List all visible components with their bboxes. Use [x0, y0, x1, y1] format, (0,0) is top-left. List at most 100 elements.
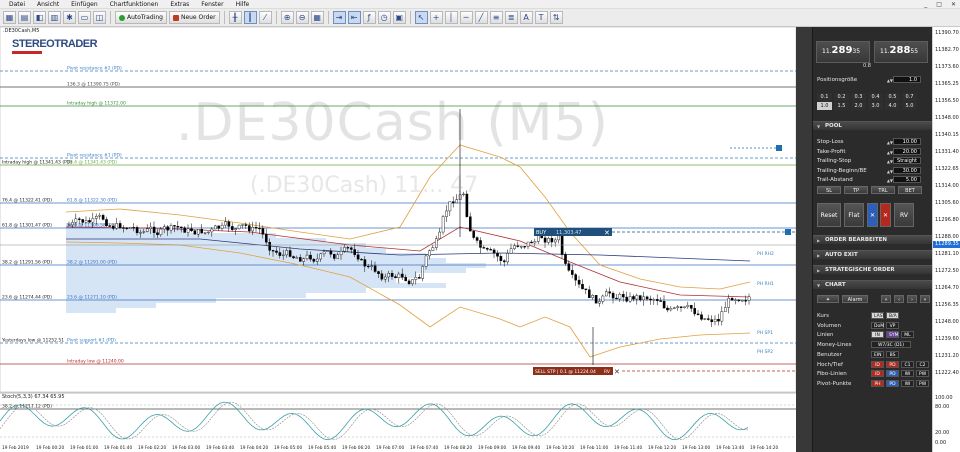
lot-button-3-0[interactable]: 3.0	[868, 102, 883, 110]
menu-hilfe[interactable]: Hilfe	[230, 0, 256, 9]
autotrading-button[interactable]: AutoTrading	[115, 11, 167, 24]
scroll-last-icon[interactable]: »	[920, 295, 930, 303]
fibo-icon[interactable]: ≣	[504, 11, 518, 24]
alarm-button[interactable]: Alarm	[842, 295, 868, 303]
sl-button[interactable]: SL	[817, 186, 841, 194]
pool-row-value[interactable]: 5.00	[893, 176, 921, 183]
chart-toggle-ml[interactable]: ML	[901, 331, 914, 339]
trendline-icon[interactable]: ╱	[474, 11, 488, 24]
line-chart-icon[interactable]: ⁄	[258, 11, 272, 24]
section-pool[interactable]: POOL	[813, 121, 932, 131]
horizontal-line-icon[interactable]: ─	[459, 11, 473, 24]
auto-scroll-icon[interactable]: ⇥	[332, 11, 346, 24]
pool-row-value[interactable]: Straight	[893, 157, 921, 164]
chart-toggle-pw[interactable]: PW	[916, 379, 929, 387]
chart-toggle-dom[interactable]: DoM	[871, 321, 884, 329]
minimize-button[interactable]: _	[924, 0, 927, 9]
menu-chartfunktionen[interactable]: Chartfunktionen	[104, 0, 165, 9]
add-alarm-button[interactable]: ✦	[817, 295, 839, 303]
tile-windows-icon[interactable]: ▦	[310, 11, 324, 24]
chart-toggle-pw[interactable]: PW	[916, 370, 929, 378]
chart-toggle-pd[interactable]: PD	[886, 379, 899, 387]
crosshair-icon[interactable]: +	[429, 11, 443, 24]
lot-button-0-7[interactable]: 0.7	[902, 93, 917, 101]
position-size-input[interactable]: 1.0	[893, 76, 921, 83]
tp-button[interactable]: TP	[844, 186, 868, 194]
periods-icon[interactable]: ◷	[377, 11, 391, 24]
chart-toggle-ein[interactable]: EIN	[871, 350, 884, 358]
market-watch-icon[interactable]: ◧	[33, 11, 46, 24]
lot-button-4-0[interactable]: 4.0	[885, 102, 900, 110]
section-chart[interactable]: CHART	[813, 280, 932, 290]
chart-toggle-in[interactable]: IN	[871, 331, 884, 339]
zoom-in-icon[interactable]: ⊕	[280, 11, 294, 24]
section-auto-exit[interactable]: AUTO EXIT	[813, 250, 932, 260]
lot-button-2-0[interactable]: 2.0	[851, 102, 866, 110]
vertical-line-icon[interactable]: │	[444, 11, 458, 24]
reverse-button[interactable]: RV	[894, 203, 914, 227]
chart-toggle-id[interactable]: ID	[871, 370, 884, 378]
menu-fenster[interactable]: Fenster	[195, 0, 229, 9]
chart-window[interactable]: .DE30Cash,M5 .DE30Cash (M5) (.DE30Cash) …	[0, 27, 796, 452]
menu-extras[interactable]: Extras	[164, 0, 195, 9]
chart-toggle-iw[interactable]: IW	[901, 370, 914, 378]
chart-toggle-pd[interactable]: PD	[886, 360, 899, 368]
cursor-icon[interactable]: ↖	[414, 11, 428, 24]
lot-button-0-2[interactable]: 0.2	[834, 93, 849, 101]
text-icon[interactable]: A	[519, 11, 533, 24]
chart-toggle-w73cd1[interactable]: W7/3C (D1)	[871, 341, 911, 349]
lot-button-1-0[interactable]: 1.0	[817, 102, 832, 110]
indicators-icon[interactable]: ƒ	[362, 11, 376, 24]
lot-button-0-1[interactable]: 0.1	[817, 93, 832, 101]
chart-toggle-ba[interactable]: B/A	[886, 312, 899, 319]
new-order-button[interactable]: Neue Order	[168, 11, 220, 24]
lot-button-0-3[interactable]: 0.3	[851, 93, 866, 101]
arrows-icon[interactable]: ⇅	[549, 11, 563, 24]
lot-button-0-5[interactable]: 0.5	[885, 93, 900, 101]
menu-ansicht[interactable]: Ansicht	[31, 0, 65, 9]
bet-button[interactable]: BET	[898, 186, 922, 194]
chart-toggle-iw[interactable]: IW	[901, 379, 914, 387]
pool-row-value[interactable]: 20.00	[893, 147, 921, 155]
chart-toggle-id[interactable]: ID	[871, 360, 884, 368]
lot-button-5-0[interactable]: 5.0	[902, 102, 917, 110]
reset-button[interactable]: Reset	[817, 203, 841, 227]
menu-datei[interactable]: Datei	[3, 0, 31, 9]
navigator-icon[interactable]: ✱	[63, 11, 76, 24]
bar-chart-icon[interactable]: ╫	[228, 11, 242, 24]
lot-button-0-4[interactable]: 0.4	[868, 93, 883, 101]
lot-button-1-5[interactable]: 1.5	[834, 102, 849, 110]
chart-toggle-bs[interactable]: BS	[886, 350, 899, 358]
chart-toggle-c1[interactable]: C1	[901, 360, 914, 368]
pool-row-value[interactable]: 10.00	[893, 138, 921, 145]
tester-icon[interactable]: ◫	[93, 11, 106, 24]
chart-toggle-last[interactable]: LAST	[871, 312, 885, 319]
label-icon[interactable]: T	[534, 11, 548, 24]
trl-button[interactable]: TRL	[871, 186, 895, 194]
chart-toggle-pd[interactable]: PD	[886, 370, 899, 378]
section-order-bearbeiten[interactable]: ORDER BEARBEITEN	[813, 235, 932, 245]
chart-shift-icon[interactable]: ⇤	[347, 11, 361, 24]
menu-einfuegen[interactable]: Einfügen	[65, 0, 103, 9]
ask-price-box[interactable]: 11.28855	[874, 41, 928, 63]
channel-icon[interactable]: ≡	[489, 11, 503, 24]
flat-button[interactable]: Flat	[844, 203, 864, 227]
candlestick-icon[interactable]: ┃	[243, 11, 257, 24]
close-buy-button[interactable]: ✕	[867, 203, 878, 227]
templates-icon[interactable]: ▣	[392, 11, 406, 24]
close-button[interactable]: ✕	[951, 0, 956, 9]
price-scale[interactable]: 11390.70 11382.70 11373.60 11365.25 11356.50…	[932, 27, 960, 452]
zoom-out-icon[interactable]: ⊖	[295, 11, 309, 24]
maximize-button[interactable]: □	[936, 0, 942, 9]
section-strategische-order[interactable]: STRATEGISCHE ORDER	[813, 265, 932, 275]
pool-row-value[interactable]: 30.00	[893, 166, 921, 174]
bid-price-box[interactable]: 11.28935	[816, 41, 870, 63]
chart-toggle-c2[interactable]: C2	[916, 360, 929, 368]
new-chart-icon[interactable]: ▦	[3, 11, 16, 24]
data-window-icon[interactable]: ▥	[48, 11, 61, 24]
close-sell-button[interactable]: ✕	[880, 203, 891, 227]
scroll-next-icon[interactable]: ›	[907, 295, 917, 303]
chart-toggle-ph[interactable]: PH	[871, 379, 884, 387]
profiles-icon[interactable]: ▤	[18, 11, 31, 24]
scroll-first-icon[interactable]: «	[881, 295, 891, 303]
